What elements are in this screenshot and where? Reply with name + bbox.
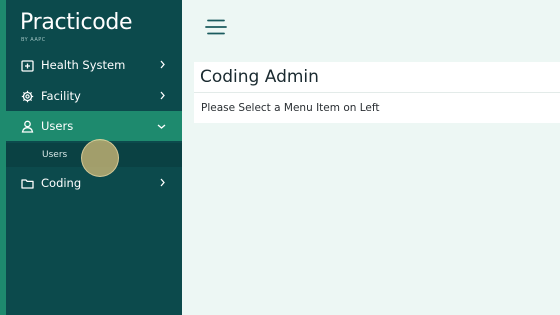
divider [194, 92, 560, 93]
sidebar-item-label: Coding [41, 176, 82, 190]
sidebar-item-health-system[interactable]: Health System [6, 50, 182, 80]
page-title: Coding Admin [200, 67, 319, 87]
sidebar-item-users[interactable]: Users [6, 111, 182, 141]
sidebar-item-label: Facility [41, 89, 81, 103]
chevron-down-icon [157, 119, 166, 133]
gear-icon [20, 89, 34, 103]
chevron-right-icon [159, 176, 166, 190]
hamburger-icon[interactable] [205, 17, 227, 37]
hospital-icon [20, 58, 34, 72]
folder-icon [20, 176, 34, 190]
sidebar-item-label: Health System [41, 58, 126, 72]
brand-tagline: BY AAPC [21, 37, 46, 43]
sidebar-subitem-label: Users [42, 150, 68, 160]
user-icon [20, 119, 34, 133]
click-indicator [81, 139, 119, 177]
chevron-right-icon [159, 89, 166, 103]
brand-logo[interactable]: Practicode [20, 10, 133, 35]
chevron-right-icon [159, 58, 166, 72]
instruction-text: Please Select a Menu Item on Left [201, 102, 380, 114]
sidebar-item-facility[interactable]: Facility [6, 81, 182, 111]
sidebar-item-label: Users [41, 119, 74, 133]
content-card: Coding Admin Please Select a Menu Item o… [194, 62, 560, 123]
